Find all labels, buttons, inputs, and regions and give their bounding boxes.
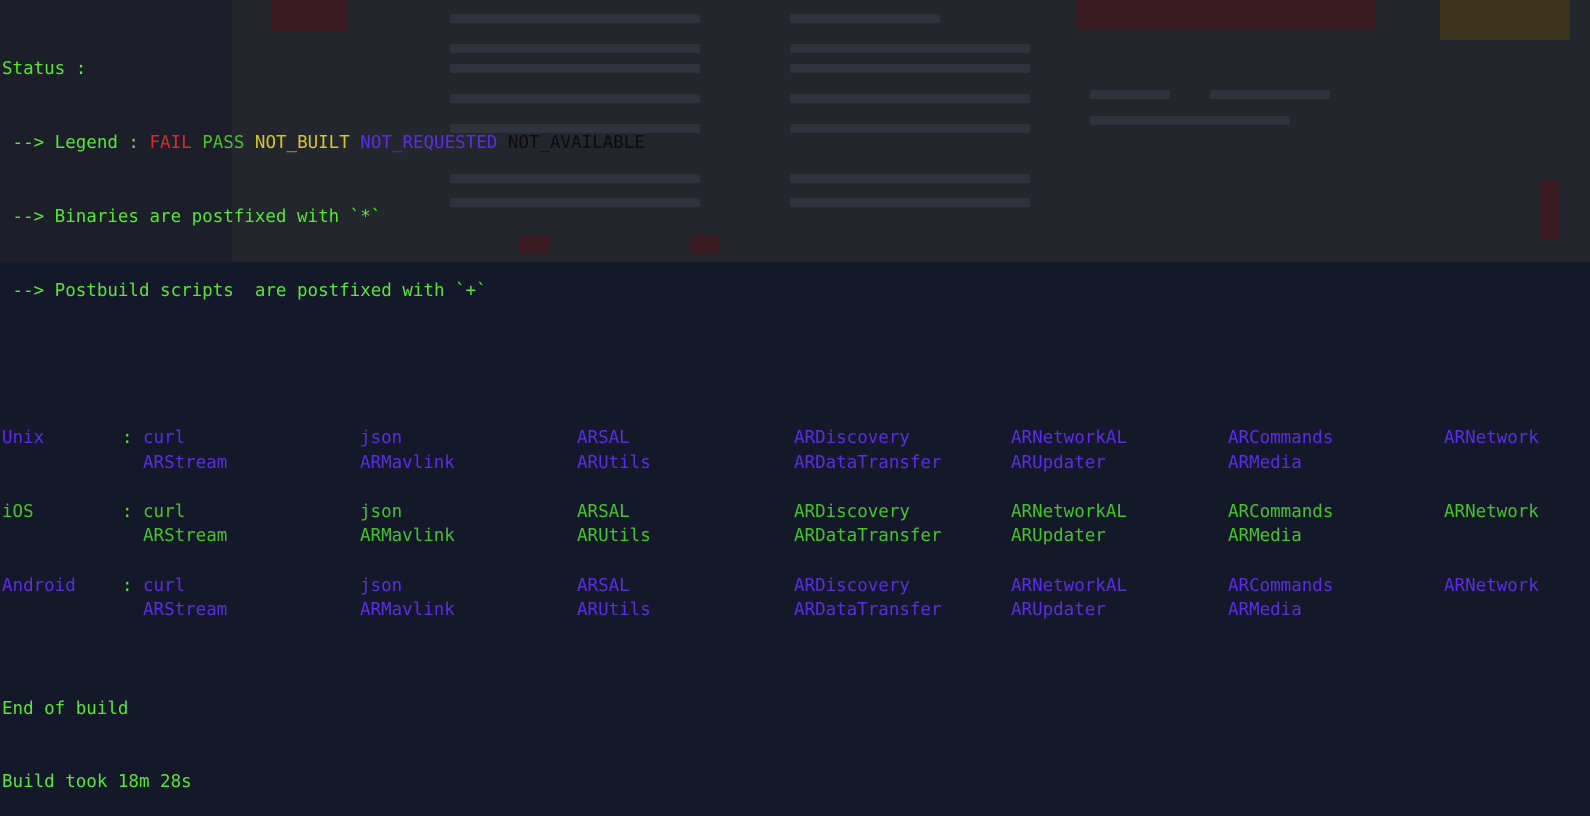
build-end-message: End of build (2, 698, 129, 719)
module-name: curl (143, 501, 186, 522)
module-name: ARDiscovery (794, 428, 910, 449)
platform-block: iOS: curl json ARSAL ARDiscovery ARNetworkAL A… (2, 500, 1539, 574)
platform-block: Android: curl json ARSAL ARDiscovery ARNetwor… (2, 574, 1539, 648)
legend-pass: PASS (202, 132, 245, 153)
legend-not-built: NOT_BUILT (254, 132, 350, 153)
module-name: ARStream (143, 452, 228, 473)
module-name: ARUpdater (1011, 526, 1106, 547)
platform-name: Android (2, 575, 76, 596)
module-name: ARUpdater (1011, 600, 1106, 621)
platform-row: Android: curl json ARSAL ARDiscovery ARNetwor… (2, 574, 1539, 599)
platform-row: ARStream ARMavlink ARUtils ARDataTransfer AR… (2, 451, 1302, 476)
module-name: ARMedia (1228, 600, 1302, 621)
module-name: ARMedia (1228, 452, 1302, 473)
module-name: ARCommands (1228, 428, 1334, 449)
platform-row: ARStream ARMavlink ARUtils ARDataTransfer AR… (2, 524, 1302, 549)
postbuild-note: --> Postbuild scripts are postfixed with… (2, 280, 487, 301)
build-duration: Build took 18m 28s (2, 772, 192, 793)
module-name: curl (143, 428, 186, 449)
module-name: ARUtils (577, 452, 651, 473)
module-name: ARMedia (1228, 526, 1302, 547)
platform-name: iOS (2, 501, 34, 522)
platform-separator: : (122, 428, 133, 449)
status-header: Status : (2, 59, 87, 80)
platform-status-list: Unix: curl json ARSAL ARDiscovery ARNetworkAL… (2, 426, 1539, 648)
module-name: ARDataTransfer (794, 452, 942, 473)
module-name: ARSAL (577, 501, 630, 522)
module-name: ARDataTransfer (794, 600, 942, 621)
terminal-output: Status : --> Legend : FAIL PASS NOT_BUIL… (2, 8, 1539, 816)
module-name: ARNetworkAL (1011, 575, 1127, 596)
legend-not-available: NOT_AVAILABLE (507, 132, 645, 153)
platform-separator: : (122, 575, 133, 596)
module-name: ARNetworkAL (1011, 428, 1127, 449)
platform-separator: : (122, 501, 133, 522)
module-name: ARDataTransfer (794, 526, 942, 547)
legend-line: --> Legend : FAIL PASS NOT_BUILT NOT_REQ… (2, 131, 645, 156)
module-name: ARNetwork (1444, 428, 1539, 449)
module-name: ARStream (143, 526, 228, 547)
module-name: json (360, 501, 403, 522)
legend-not-requested: NOT_REQUESTED (360, 132, 498, 153)
module-name: ARNetworkAL (1011, 501, 1127, 522)
platform-row: iOS: curl json ARSAL ARDiscovery ARNetworkAL A… (2, 500, 1539, 525)
module-name: ARSAL (577, 575, 630, 596)
module-name: ARMavlink (360, 600, 455, 621)
module-name: ARUtils (577, 600, 651, 621)
module-name: ARStream (143, 600, 228, 621)
legend-prefix: --> Legend : (2, 132, 150, 153)
module-name: ARCommands (1228, 575, 1334, 596)
module-name: ARMavlink (360, 526, 455, 547)
module-name: ARMavlink (360, 452, 455, 473)
module-name: ARNetwork (1444, 575, 1539, 596)
module-name: ARCommands (1228, 501, 1334, 522)
module-name: json (360, 428, 403, 449)
module-name: ARNetwork (1444, 501, 1539, 522)
module-name: ARDiscovery (794, 575, 910, 596)
module-name: ARSAL (577, 428, 630, 449)
platform-name: Unix (2, 428, 45, 449)
module-name: ARDiscovery (794, 501, 910, 522)
binaries-note: --> Binaries are postfixed with `*` (2, 206, 382, 227)
module-name: json (360, 575, 403, 596)
platform-block: Unix: curl json ARSAL ARDiscovery ARNetworkAL… (2, 426, 1539, 500)
platform-row: ARStream ARMavlink ARUtils ARDataTransfer AR… (2, 598, 1302, 623)
module-name: curl (143, 575, 186, 596)
legend-fail: FAIL (149, 132, 192, 153)
module-name: ARUpdater (1011, 452, 1106, 473)
module-name: ARUtils (577, 526, 651, 547)
platform-row: Unix: curl json ARSAL ARDiscovery ARNetworkAL… (2, 426, 1539, 451)
